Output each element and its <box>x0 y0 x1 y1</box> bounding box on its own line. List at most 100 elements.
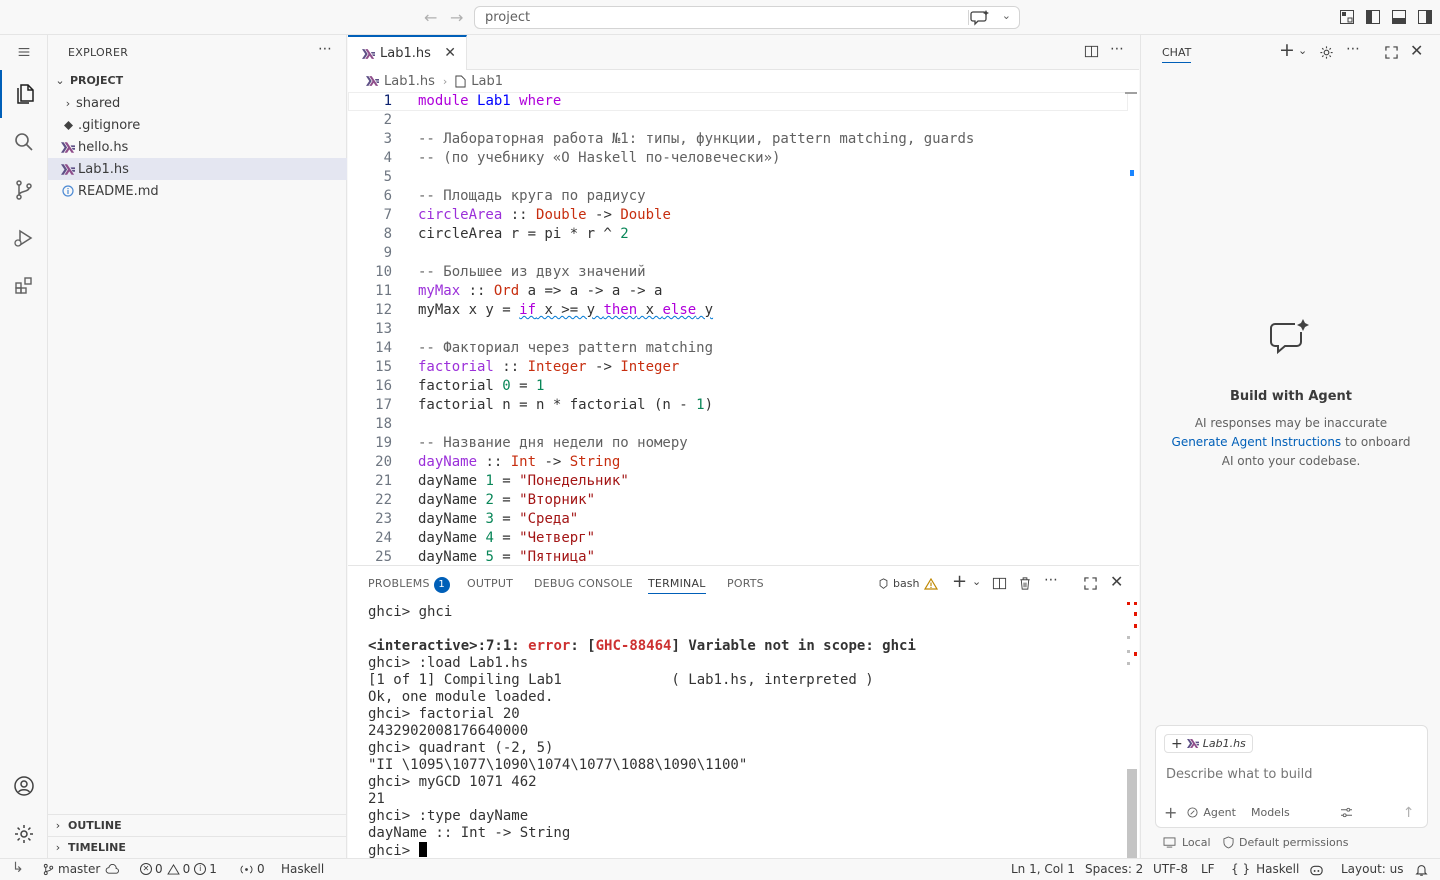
close-chat-icon[interactable]: ✕ <box>1410 41 1423 60</box>
code-line[interactable]: 8 circleArea r = pi * r ^ 2 <box>348 225 1128 244</box>
explorer-icon[interactable] <box>0 70 48 118</box>
source-control-icon[interactable] <box>0 166 48 214</box>
code-line[interactable]: 5 <box>348 168 1128 187</box>
split-editor-icon[interactable] <box>1084 44 1099 59</box>
tools-icon[interactable] <box>1340 807 1353 818</box>
code-line[interactable]: 22 dayName 2 = "Вторник" <box>348 491 1128 510</box>
tab-output[interactable]: OUTPUT <box>467 577 513 590</box>
branch-indicator[interactable]: master <box>43 862 120 876</box>
code-line[interactable]: 10 -- Большее из двух значений <box>348 263 1128 282</box>
editor-scrollbar[interactable] <box>1125 92 1139 565</box>
maximize-panel-icon[interactable] <box>1084 577 1097 590</box>
outline-section[interactable]: › OUTLINE <box>48 814 347 836</box>
more-actions-icon[interactable]: ⋯ <box>1044 572 1058 588</box>
tab-problems[interactable]: PROBLEMS 1 <box>368 577 450 593</box>
tree-item-shared[interactable]: › shared <box>48 92 347 114</box>
chevron-down-icon[interactable]: ⌄ <box>1002 9 1011 22</box>
trash-icon[interactable] <box>1018 576 1032 591</box>
chevron-down-icon[interactable]: ⌄ <box>972 575 981 588</box>
settings-gear-icon[interactable] <box>0 810 48 858</box>
encoding[interactable]: UTF-8 <box>1153 862 1188 876</box>
timeline-section[interactable]: › TIMELINE <box>48 836 347 858</box>
more-actions-icon[interactable]: ⋯ <box>1346 41 1360 57</box>
add-attachment-icon[interactable]: + <box>1164 803 1177 822</box>
add-context-icon[interactable]: + <box>1171 736 1183 752</box>
code-line[interactable]: 4 -- (по учебнику «О Haskell по-человечес… <box>348 149 1128 168</box>
code-line[interactable]: 9 <box>348 244 1128 263</box>
remote-icon[interactable]: ↳ <box>12 860 24 876</box>
run-debug-icon[interactable] <box>0 214 48 262</box>
code-line[interactable]: 12 myMax x y = if x >= y then x else y <box>348 301 1128 320</box>
code-area[interactable]: 1 module Lab1 where 2 3 -- Лабораторная рабо… <box>348 92 1139 565</box>
chat-input-placeholder[interactable]: Describe what to build <box>1166 767 1313 782</box>
bell-icon[interactable] <box>1415 863 1428 877</box>
toggle-panel-icon[interactable] <box>1391 9 1407 25</box>
code-line[interactable]: 17 factorial n = n * factorial (n - 1) <box>348 396 1128 415</box>
code-line[interactable]: 13 <box>348 320 1128 339</box>
split-terminal-icon[interactable] <box>992 576 1007 591</box>
back-arrow-icon[interactable]: ← <box>424 8 437 27</box>
keyboard-layout[interactable]: Layout: us <box>1341 862 1404 876</box>
code-line[interactable]: 18 <box>348 415 1128 434</box>
customize-layout-icon[interactable] <box>1339 9 1355 25</box>
close-panel-icon[interactable]: ✕ <box>1110 572 1123 591</box>
code-line[interactable]: 23 dayName 3 = "Среда" <box>348 510 1128 529</box>
close-icon[interactable]: ✕ <box>444 45 456 61</box>
code-line[interactable]: 3 -- Лабораторная работа №1: типы, функци… <box>348 130 1128 149</box>
agent-mode-button[interactable]: Agent <box>1203 806 1236 819</box>
new-terminal-icon[interactable]: + <box>952 571 967 592</box>
terminal-output[interactable]: ghci> ghci <interactive>:7:1: error: [GH… <box>368 604 1118 859</box>
terminal-scrollbar[interactable] <box>1125 602 1139 859</box>
more-actions-icon[interactable]: ⋯ <box>1110 41 1124 57</box>
language-status[interactable]: Haskell <box>281 862 324 876</box>
command-center[interactable]: project ⌄ <box>474 6 1020 29</box>
tab-terminal[interactable]: TERMINAL <box>648 577 706 594</box>
breadcrumb-file[interactable]: Lab1.hs <box>384 74 435 89</box>
project-root[interactable]: ⌄ PROJECT <box>48 69 347 91</box>
chat-input-box[interactable]: + Lab1.hs Describe what to build + Agent… <box>1155 725 1428 828</box>
ports-indicator[interactable]: 0 <box>240 862 265 876</box>
code-line[interactable]: 7 circleArea :: Double -> Double <box>348 206 1128 225</box>
models-button[interactable]: Models <box>1251 806 1290 819</box>
search-icon[interactable] <box>0 118 48 166</box>
tab-ports[interactable]: PORTS <box>727 577 764 590</box>
tab-lab1-hs[interactable]: Lab1.hs ✕ <box>348 35 467 70</box>
copilot-icon[interactable] <box>1309 863 1324 877</box>
chat-sparkle-icon[interactable] <box>969 9 991 26</box>
generate-instructions-link[interactable]: Generate Agent Instructions <box>1172 435 1342 449</box>
code-line[interactable]: 15 factorial :: Integer -> Integer <box>348 358 1128 377</box>
tree-item-readme[interactable]: README.md <box>48 180 347 202</box>
indentation[interactable]: Spaces: 2 <box>1085 862 1143 876</box>
chat-title[interactable]: CHAT <box>1162 46 1192 63</box>
menu-icon[interactable] <box>0 35 48 69</box>
code-line[interactable]: 21 dayName 1 = "Понедельник" <box>348 472 1128 491</box>
code-line[interactable]: 24 dayName 4 = "Четверг" <box>348 529 1128 548</box>
code-line[interactable]: 16 factorial 0 = 1 <box>348 377 1128 396</box>
more-actions-icon[interactable]: ⋯ <box>318 41 332 57</box>
code-line[interactable]: 6 -- Площадь круга по радиусу <box>348 187 1128 206</box>
code-line[interactable]: 25 dayName 5 = "Пятница" <box>348 548 1128 565</box>
code-line[interactable]: 11 myMax :: Ord a => a -> a -> a <box>348 282 1128 301</box>
breadcrumb-module[interactable]: Lab1 <box>471 74 503 89</box>
tree-item-hello-hs[interactable]: hello.hs <box>48 136 347 158</box>
code-line[interactable]: 20 dayName :: Int -> String <box>348 453 1128 472</box>
language-mode[interactable]: { } Haskell <box>1231 862 1299 876</box>
cursor-position[interactable]: Ln 1, Col 1 <box>1011 862 1075 876</box>
code-line[interactable]: 2 <box>348 111 1128 130</box>
send-arrow-icon[interactable]: ↑ <box>1403 805 1415 821</box>
account-icon[interactable] <box>0 762 48 810</box>
code-line[interactable]: 19 -- Название дня недели по номеру <box>348 434 1128 453</box>
new-chat-icon[interactable]: + <box>1279 39 1295 61</box>
toggle-sidebar-icon[interactable] <box>1365 9 1381 25</box>
context-file-chip[interactable]: + Lab1.hs <box>1164 734 1253 753</box>
extensions-icon[interactable] <box>0 262 48 310</box>
tree-item-gitignore[interactable]: .gitignore <box>48 114 347 136</box>
line-endings[interactable]: LF <box>1201 862 1215 876</box>
forward-arrow-icon[interactable]: → <box>450 8 463 27</box>
chevron-down-icon[interactable]: ⌄ <box>1298 44 1307 57</box>
local-session-button[interactable]: Local <box>1163 836 1211 849</box>
maximize-chat-icon[interactable] <box>1385 46 1398 59</box>
toggle-secondary-sidebar-icon[interactable] <box>1417 9 1433 25</box>
terminal-shell-selector[interactable]: bash <box>878 577 939 590</box>
settings-gear-icon[interactable] <box>1319 45 1334 60</box>
